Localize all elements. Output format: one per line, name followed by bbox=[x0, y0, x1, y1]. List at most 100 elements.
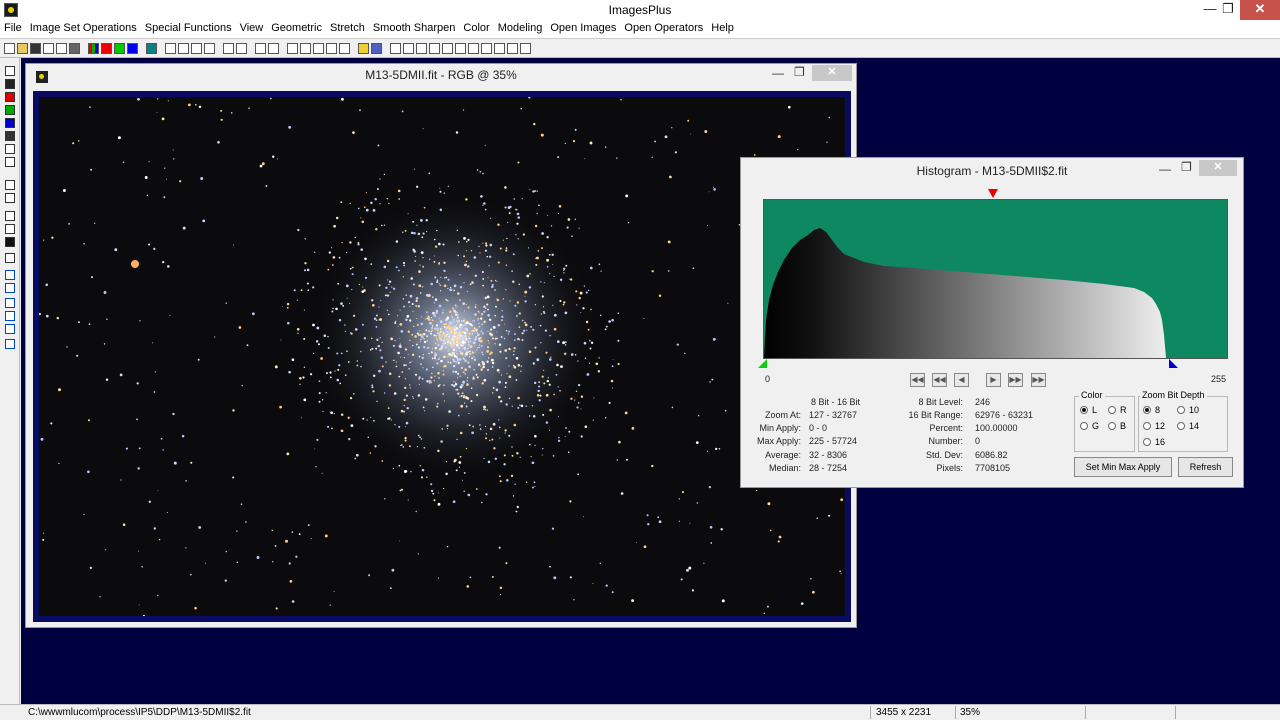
plus-green-icon[interactable] bbox=[313, 42, 324, 54]
maximize-icon[interactable]: ❐ bbox=[1214, 0, 1242, 20]
color-radio-r[interactable]: R bbox=[1108, 405, 1127, 415]
menu-open-images[interactable]: Open Images bbox=[550, 20, 620, 38]
menu-smooth-sharpen[interactable]: Smooth Sharpen bbox=[373, 20, 460, 38]
menu-image-set-operations[interactable]: Image Set Operations bbox=[30, 20, 141, 38]
zoom-radio-16[interactable]: 16 bbox=[1143, 437, 1165, 447]
tool-flip-icon[interactable] bbox=[5, 339, 15, 349]
zoom-out-icon[interactable] bbox=[403, 42, 414, 54]
zoom-fit-icon[interactable] bbox=[416, 42, 427, 54]
last-icon[interactable]: ▶▶ bbox=[1031, 373, 1046, 387]
hist-maximize-icon[interactable]: ❐ bbox=[1181, 160, 1192, 174]
hist-close-icon[interactable]: ✕ bbox=[1199, 160, 1237, 176]
min-marker-icon[interactable] bbox=[758, 359, 767, 368]
crosshair-icon[interactable] bbox=[326, 42, 337, 54]
curve-icon[interactable] bbox=[287, 42, 298, 54]
level-marker-icon[interactable] bbox=[988, 189, 998, 198]
arrange-icon[interactable] bbox=[507, 42, 518, 54]
image-maximize-icon[interactable]: ❐ bbox=[794, 65, 805, 79]
blue-channel-icon[interactable] bbox=[127, 42, 138, 54]
zoom-radio-8[interactable]: 8 bbox=[1143, 405, 1160, 415]
menu-help[interactable]: Help bbox=[711, 20, 738, 38]
image-minimize-icon[interactable]: — bbox=[772, 66, 784, 80]
tool-brush-icon[interactable] bbox=[5, 193, 15, 203]
menu-file[interactable]: File bbox=[4, 20, 26, 38]
save-icon[interactable] bbox=[30, 42, 41, 54]
histogram-window[interactable]: Histogram - M13-5DMII$2.fit — ❐ ✕ 0 255 … bbox=[740, 157, 1244, 488]
mark-icon[interactable] bbox=[236, 42, 247, 54]
undo-icon[interactable] bbox=[165, 42, 176, 54]
tool-mask-icon[interactable] bbox=[5, 131, 15, 141]
tool-rotate-left-icon[interactable] bbox=[5, 311, 15, 321]
tool-fill-icon[interactable] bbox=[5, 224, 15, 234]
cascade-icon[interactable] bbox=[494, 42, 505, 54]
window-icon[interactable] bbox=[468, 42, 479, 54]
set-min-max-apply-button[interactable]: Set Min Max Apply bbox=[1074, 457, 1172, 477]
tool-move-icon[interactable] bbox=[5, 270, 15, 280]
max-marker-icon[interactable] bbox=[1169, 359, 1178, 368]
tool-crop-icon[interactable] bbox=[5, 253, 15, 263]
close-all-icon[interactable] bbox=[56, 42, 67, 54]
redo-all-icon[interactable] bbox=[204, 42, 215, 54]
menu-geometric[interactable]: Geometric bbox=[271, 20, 326, 38]
zoom-radio-12[interactable]: 12 bbox=[1143, 421, 1165, 431]
open-icon[interactable] bbox=[17, 42, 28, 54]
tool-layer-icon[interactable] bbox=[5, 144, 15, 154]
tool-red-icon[interactable] bbox=[5, 92, 15, 102]
close-image-icon[interactable] bbox=[43, 42, 54, 54]
tool-copy-icon[interactable] bbox=[5, 157, 15, 167]
align-icon[interactable] bbox=[268, 42, 279, 54]
green-channel-icon[interactable] bbox=[114, 42, 125, 54]
restore-icon[interactable] bbox=[520, 42, 531, 54]
tool-contrast-icon[interactable] bbox=[5, 237, 15, 247]
rewind-icon[interactable]: ◀◀ bbox=[932, 373, 947, 387]
levels-icon[interactable] bbox=[300, 42, 311, 54]
menu-special-functions[interactable]: Special Functions bbox=[145, 20, 236, 38]
tool-black-icon[interactable] bbox=[5, 79, 15, 89]
color-radio-g[interactable]: G bbox=[1080, 421, 1099, 431]
tool-blue-icon[interactable] bbox=[5, 118, 15, 128]
close-icon[interactable]: ✕ bbox=[1240, 0, 1280, 20]
grid-icon[interactable] bbox=[146, 42, 157, 54]
next-icon[interactable]: ▶ bbox=[986, 373, 1001, 387]
menu-stretch[interactable]: Stretch bbox=[330, 20, 369, 38]
star-field-image[interactable] bbox=[39, 97, 845, 616]
print-icon[interactable] bbox=[69, 42, 80, 54]
dots-icon[interactable] bbox=[255, 42, 266, 54]
image-window[interactable]: M13-5DMII.fit - RGB @ 35% — ❐ ✕ bbox=[25, 63, 857, 628]
zoom-minus-icon[interactable] bbox=[455, 42, 466, 54]
menu-color[interactable]: Color bbox=[463, 20, 493, 38]
color-radio-l[interactable]: L bbox=[1080, 405, 1097, 415]
rgb-icon[interactable] bbox=[88, 42, 99, 54]
zoom-radio-14[interactable]: 14 bbox=[1177, 421, 1199, 431]
zoom-radio-10[interactable]: 10 bbox=[1177, 405, 1199, 415]
new-icon[interactable] bbox=[4, 42, 15, 54]
undo-all-icon[interactable] bbox=[191, 42, 202, 54]
first-icon[interactable]: ◀◀ bbox=[910, 373, 925, 387]
tile-icon[interactable] bbox=[481, 42, 492, 54]
tool-pen-icon[interactable] bbox=[5, 180, 15, 190]
tool-up-icon[interactable] bbox=[5, 283, 15, 293]
tool-rotate-right-icon[interactable] bbox=[5, 324, 15, 334]
pencil-icon[interactable] bbox=[358, 42, 369, 54]
select-icon[interactable] bbox=[371, 42, 382, 54]
hist-minimize-icon[interactable]: — bbox=[1159, 162, 1171, 176]
menu-view[interactable]: View bbox=[240, 20, 268, 38]
tool-save-icon[interactable] bbox=[5, 66, 15, 76]
prev-icon[interactable]: ◀ bbox=[954, 373, 969, 387]
refresh-button[interactable]: Refresh bbox=[1178, 457, 1233, 477]
redo-icon[interactable] bbox=[178, 42, 189, 54]
grid-light-icon[interactable] bbox=[339, 42, 350, 54]
tool-green-icon[interactable] bbox=[5, 105, 15, 115]
zoom-plus-icon[interactable] bbox=[442, 42, 453, 54]
image-close-icon[interactable]: ✕ bbox=[812, 65, 852, 81]
fast-forward-icon[interactable]: ▶▶ bbox=[1008, 373, 1023, 387]
histogram-plot[interactable] bbox=[763, 199, 1228, 359]
menu-open-operators[interactable]: Open Operators bbox=[624, 20, 707, 38]
red-channel-icon[interactable] bbox=[101, 42, 112, 54]
tool-right-icon[interactable] bbox=[5, 298, 15, 308]
tool-rect-icon[interactable] bbox=[5, 211, 15, 221]
zoom-in-icon[interactable] bbox=[390, 42, 401, 54]
point-icon[interactable] bbox=[223, 42, 234, 54]
color-radio-b[interactable]: B bbox=[1108, 421, 1126, 431]
zoom-actual-icon[interactable] bbox=[429, 42, 440, 54]
